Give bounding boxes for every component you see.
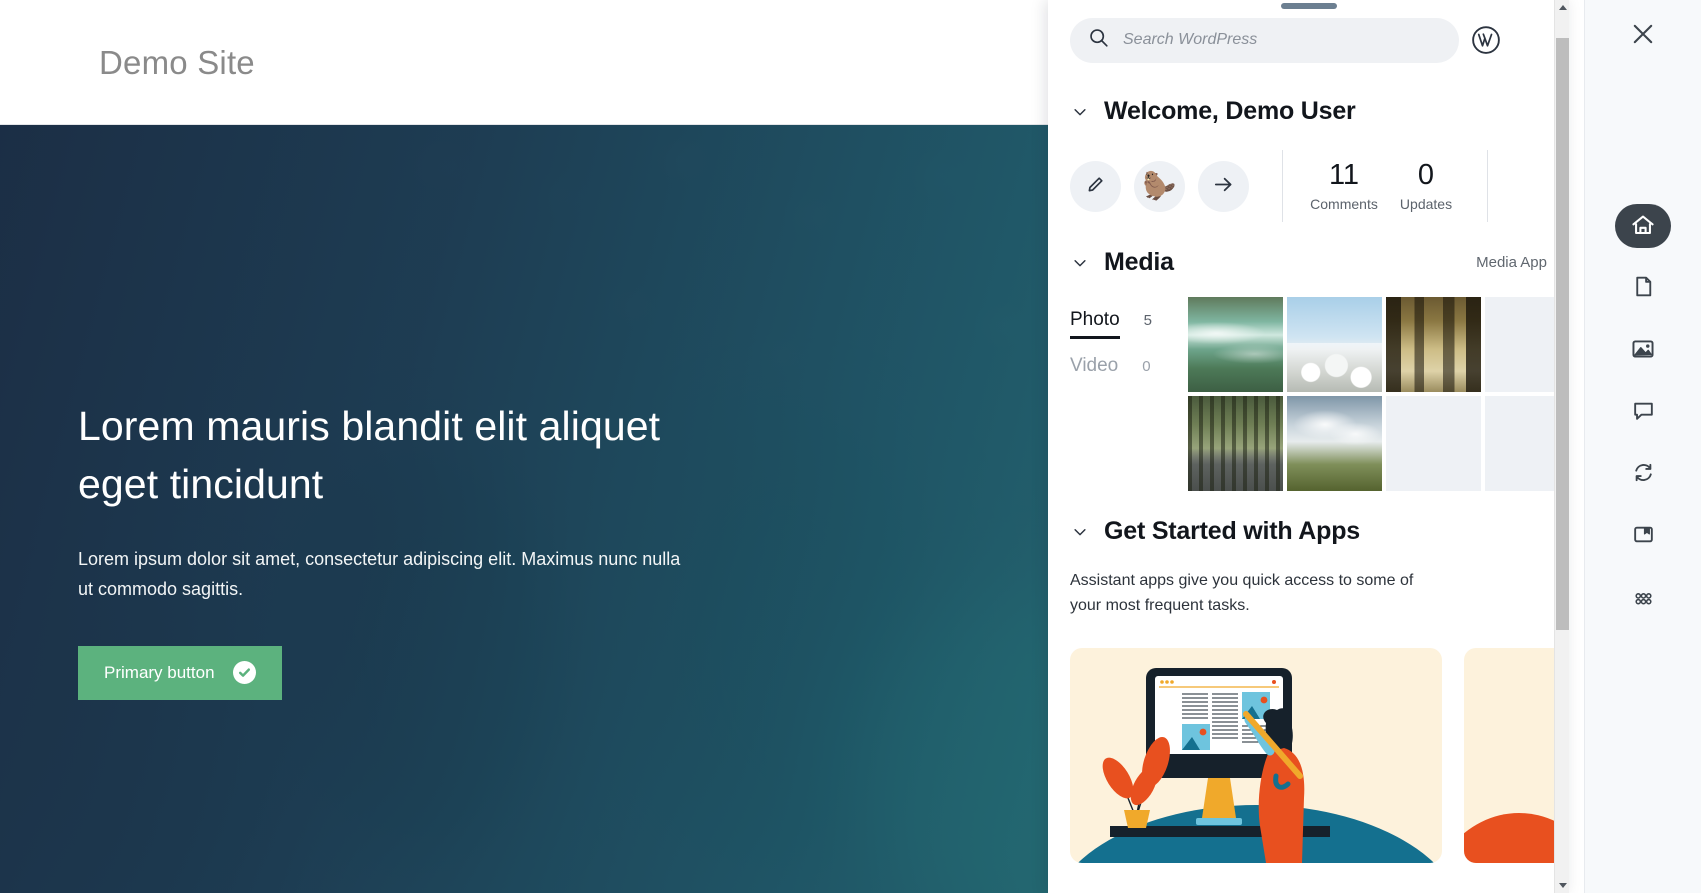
apps-title: Get Started with Apps — [1104, 517, 1361, 545]
apps-section: Get Started with Apps Assistant apps giv… — [1048, 517, 1569, 863]
stat-updates[interactable]: 0 Updates — [1385, 159, 1467, 212]
media-tabs: Photo 5 Video 0 — [1070, 297, 1178, 491]
media-thumbnail-grid — [1188, 297, 1569, 491]
media-app-link[interactable]: Media App — [1476, 254, 1547, 271]
panel-drag-handle[interactable] — [1280, 3, 1337, 9]
app-card-site-editor[interactable] — [1070, 647, 1442, 863]
thumb-mountain-lake[interactable] — [1188, 297, 1283, 392]
arrow-right-icon — [1212, 173, 1235, 199]
rail-more[interactable] — [1615, 578, 1671, 622]
media-tab-video-label: Video — [1070, 355, 1119, 376]
chevron-down-icon[interactable] — [1070, 522, 1090, 542]
hero-subtext: Lorem ipsum dolor sit amet, consectetur … — [78, 549, 681, 599]
comment-icon — [1631, 398, 1656, 426]
media-tab-photo[interactable]: Photo 5 — [1070, 309, 1152, 339]
stat-updates-value: 0 — [1417, 159, 1435, 192]
scrollbar-thumb[interactable] — [1556, 38, 1569, 630]
apps-description: Assistant apps give you quick access to … — [1070, 572, 1414, 614]
beaver-icon: 🦫 — [1142, 170, 1177, 201]
plugin-box-icon — [1631, 522, 1656, 550]
stat-comments-label: Comments — [1310, 195, 1378, 212]
apps-card-row — [1048, 647, 1569, 863]
stat-comments[interactable]: 11 Comments — [1303, 159, 1385, 212]
pencil-icon — [1085, 174, 1106, 198]
assistant-icon-rail — [1584, 0, 1701, 893]
search-input[interactable] — [1123, 31, 1441, 49]
stats-divider-right — [1487, 150, 1488, 222]
hero-heading: Lorem mauris blandit elit aliquet eget t… — [78, 403, 661, 508]
page-icon — [1631, 274, 1656, 302]
media-body: Photo 5 Video 0 — [1048, 297, 1569, 491]
assistant-panel: Welcome, Demo User 🦫 — [1048, 0, 1569, 893]
media-tab-video[interactable]: Video 0 — [1070, 355, 1151, 382]
chevron-down-icon[interactable] — [1070, 102, 1090, 122]
stat-comments-value: 11 — [1328, 159, 1360, 192]
grid-dots-icon — [1631, 586, 1656, 614]
wordpress-logo-icon[interactable] — [1465, 19, 1507, 61]
welcome-section: Welcome, Demo User 🦫 11 Comments 0 Updat… — [1048, 97, 1569, 224]
media-tab-video-count: 0 — [1142, 358, 1151, 375]
stat-updates-label: Updates — [1399, 195, 1453, 212]
media-section: Media Media App Photo 5 Video 0 — [1048, 248, 1569, 491]
thumb-empty-slot-2 — [1386, 396, 1481, 491]
hero-content: Lorem mauris blandit elit aliquet eget t… — [78, 397, 718, 700]
thumb-cloudy-hillside[interactable] — [1287, 396, 1382, 491]
assistant-panel-scroll-area: Welcome, Demo User 🦫 — [1048, 0, 1569, 893]
beaver-action-button[interactable]: 🦫 — [1134, 160, 1185, 212]
welcome-body: 🦫 11 Comments 0 Updates — [1048, 148, 1569, 224]
image-icon — [1630, 336, 1656, 365]
person-at-desktop-illustration — [1102, 667, 1330, 863]
check-circle-icon — [232, 661, 256, 685]
primary-button-label: Primary button — [104, 662, 215, 682]
thumb-forest-road[interactable] — [1188, 396, 1283, 491]
rail-home[interactable] — [1615, 204, 1671, 248]
close-icon[interactable] — [1623, 14, 1663, 54]
rail-plugins[interactable] — [1615, 514, 1671, 558]
thumb-market-hall[interactable] — [1386, 297, 1481, 392]
media-title: Media — [1104, 248, 1174, 276]
home-icon — [1630, 212, 1656, 241]
scroll-down-arrow-icon[interactable] — [1555, 878, 1569, 893]
panel-search-row — [1048, 17, 1569, 63]
site-title: Demo Site — [99, 44, 255, 81]
rail-updates[interactable] — [1615, 452, 1671, 496]
kebab-menu-icon[interactable] — [1513, 19, 1547, 61]
edit-action-button[interactable] — [1070, 160, 1121, 212]
rail-media[interactable] — [1615, 328, 1671, 372]
apps-section-header: Get Started with Apps — [1048, 517, 1569, 546]
search-icon — [1088, 27, 1109, 53]
search-box[interactable] — [1070, 17, 1459, 63]
media-section-header: Media Media App — [1048, 248, 1569, 277]
rail-pages[interactable] — [1615, 266, 1671, 310]
next-action-button[interactable] — [1198, 160, 1249, 212]
sync-icon — [1631, 460, 1656, 488]
scroll-up-arrow-icon[interactable] — [1555, 0, 1569, 15]
welcome-section-header: Welcome, Demo User — [1048, 97, 1569, 126]
chevron-down-icon[interactable] — [1070, 253, 1090, 273]
media-tab-photo-count: 5 — [1143, 312, 1152, 329]
panel-scrollbar[interactable] — [1554, 0, 1569, 893]
rail-comments[interactable] — [1615, 390, 1671, 434]
media-tab-photo-label: Photo — [1070, 309, 1120, 339]
thumb-santorini-village[interactable] — [1287, 297, 1382, 392]
stats-divider-left — [1282, 150, 1283, 222]
primary-button[interactable]: Primary button — [78, 645, 282, 700]
welcome-title: Welcome, Demo User — [1104, 97, 1356, 125]
